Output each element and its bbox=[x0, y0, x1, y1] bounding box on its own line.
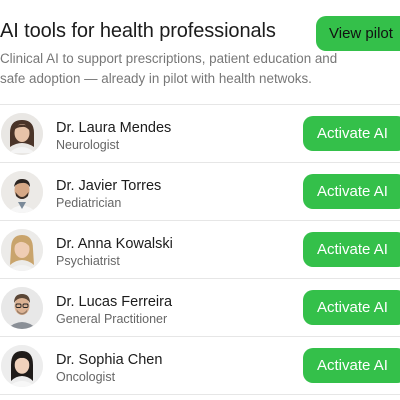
doctor-list: Dr. Laura Mendes Neurologist Activate AI… bbox=[0, 105, 400, 395]
activate-ai-button[interactable]: Activate AI bbox=[303, 232, 400, 267]
doctor-name: Dr. Sophia Chen bbox=[56, 352, 163, 368]
doctor-specialty: Oncologist bbox=[56, 370, 116, 384]
page-title: AI tools for health professionals bbox=[0, 20, 276, 42]
doctor-name: Dr. Lucas Ferreira bbox=[56, 294, 173, 310]
doctor-avatar bbox=[1, 287, 43, 329]
page-subtitle: Clinical AI to support prescriptions, pa… bbox=[0, 51, 338, 86]
activate-ai-button[interactable]: Activate AI bbox=[303, 116, 400, 151]
view-pilot-button[interactable]: View pilot bbox=[316, 16, 400, 51]
doctor-name: Dr. Laura Mendes bbox=[56, 120, 172, 136]
doctor-specialty: General Practitioner bbox=[56, 312, 168, 326]
activate-ai-button[interactable]: Activate AI bbox=[303, 174, 400, 209]
doctor-avatar bbox=[1, 113, 43, 155]
doctor-row: Dr. Anna Kowalski Psychiatrist Activate … bbox=[0, 221, 400, 279]
doctor-specialty: Pediatrician bbox=[56, 196, 122, 210]
page-header: AI tools for health professionals View p… bbox=[0, 0, 400, 105]
doctor-row: Dr. Sophia Chen Oncologist Activate AI bbox=[0, 337, 400, 395]
doctor-row: Dr. Javier Torres Pediatrician Activate … bbox=[0, 163, 400, 221]
doctor-avatar bbox=[1, 229, 43, 271]
activate-ai-button[interactable]: Activate AI bbox=[303, 290, 400, 325]
doctor-name: Dr. Javier Torres bbox=[56, 178, 162, 194]
doctor-name: Dr. Anna Kowalski bbox=[56, 236, 173, 252]
doctor-avatar bbox=[1, 171, 43, 213]
doctor-specialty: Neurologist bbox=[56, 138, 120, 152]
doctor-row: Dr. Lucas Ferreira General Practitioner … bbox=[0, 279, 400, 337]
activate-ai-button[interactable]: Activate AI bbox=[303, 348, 400, 383]
doctor-avatar bbox=[1, 345, 43, 387]
doctor-specialty: Psychiatrist bbox=[56, 254, 120, 268]
doctor-row: Dr. Laura Mendes Neurologist Activate AI bbox=[0, 105, 400, 163]
